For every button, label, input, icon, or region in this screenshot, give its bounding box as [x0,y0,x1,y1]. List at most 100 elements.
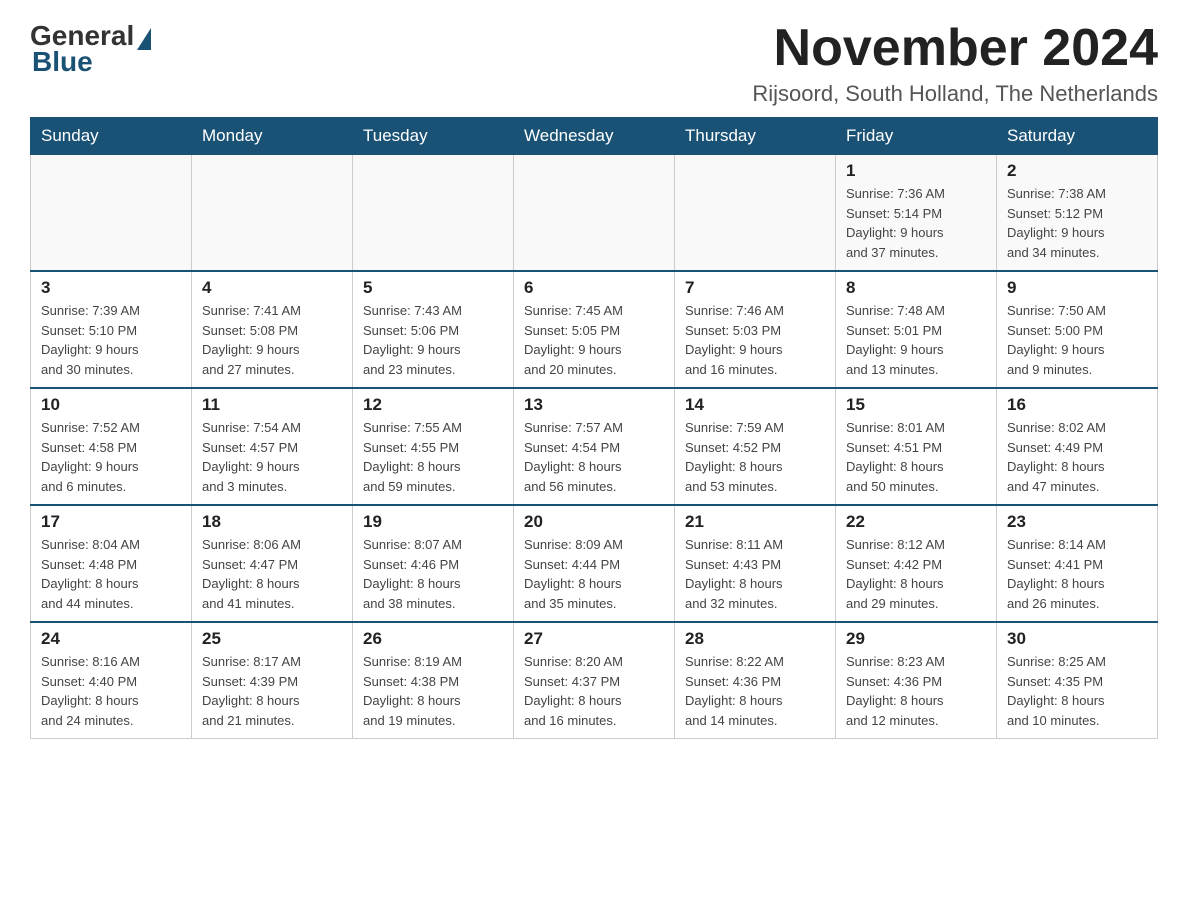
day-number: 8 [846,278,986,298]
day-detail: Sunrise: 7:54 AM Sunset: 4:57 PM Dayligh… [202,418,342,496]
calendar-week-row: 17 Sunrise: 8:04 AM Sunset: 4:48 PM Dayli… [31,505,1158,622]
calendar-cell: 26 Sunrise: 8:19 AM Sunset: 4:38 PM Dayli… [353,622,514,739]
day-number: 23 [1007,512,1147,532]
weekday-header-thursday: Thursday [675,118,836,155]
day-detail: Sunrise: 7:45 AM Sunset: 5:05 PM Dayligh… [524,301,664,379]
weekday-header-row: SundayMondayTuesdayWednesdayThursdayFrid… [31,118,1158,155]
day-number: 21 [685,512,825,532]
day-number: 15 [846,395,986,415]
weekday-header-friday: Friday [836,118,997,155]
weekday-header-tuesday: Tuesday [353,118,514,155]
day-number: 18 [202,512,342,532]
calendar-cell: 6 Sunrise: 7:45 AM Sunset: 5:05 PM Daylig… [514,271,675,388]
calendar-cell: 9 Sunrise: 7:50 AM Sunset: 5:00 PM Daylig… [997,271,1158,388]
calendar-cell: 7 Sunrise: 7:46 AM Sunset: 5:03 PM Daylig… [675,271,836,388]
day-detail: Sunrise: 8:07 AM Sunset: 4:46 PM Dayligh… [363,535,503,613]
day-number: 4 [202,278,342,298]
logo-triangle-icon [137,28,151,50]
day-number: 22 [846,512,986,532]
day-number: 17 [41,512,181,532]
day-number: 16 [1007,395,1147,415]
day-detail: Sunrise: 8:23 AM Sunset: 4:36 PM Dayligh… [846,652,986,730]
logo: General Blue [30,20,151,78]
day-detail: Sunrise: 7:50 AM Sunset: 5:00 PM Dayligh… [1007,301,1147,379]
day-number: 14 [685,395,825,415]
header: General Blue November 2024 Rijsoord, Sou… [30,20,1158,107]
calendar-cell: 20 Sunrise: 8:09 AM Sunset: 4:44 PM Dayli… [514,505,675,622]
weekday-header-wednesday: Wednesday [514,118,675,155]
calendar-cell: 3 Sunrise: 7:39 AM Sunset: 5:10 PM Daylig… [31,271,192,388]
calendar-cell [675,155,836,272]
calendar-week-row: 1Sunrise: 7:36 AM Sunset: 5:14 PM Daylig… [31,155,1158,272]
calendar-cell [31,155,192,272]
day-number: 6 [524,278,664,298]
day-number: 12 [363,395,503,415]
calendar-cell: 10 Sunrise: 7:52 AM Sunset: 4:58 PM Dayli… [31,388,192,505]
day-detail: Sunrise: 7:43 AM Sunset: 5:06 PM Dayligh… [363,301,503,379]
weekday-header-monday: Monday [192,118,353,155]
calendar-cell: 30Sunrise: 8:25 AM Sunset: 4:35 PM Dayli… [997,622,1158,739]
calendar-cell: 18 Sunrise: 8:06 AM Sunset: 4:47 PM Dayli… [192,505,353,622]
day-detail: Sunrise: 8:25 AM Sunset: 4:35 PM Dayligh… [1007,652,1147,730]
calendar-cell: 19 Sunrise: 8:07 AM Sunset: 4:46 PM Dayli… [353,505,514,622]
day-detail: Sunrise: 7:38 AM Sunset: 5:12 PM Dayligh… [1007,184,1147,262]
day-number: 9 [1007,278,1147,298]
day-detail: Sunrise: 8:20 AM Sunset: 4:37 PM Dayligh… [524,652,664,730]
day-detail: Sunrise: 7:39 AM Sunset: 5:10 PM Dayligh… [41,301,181,379]
weekday-header-saturday: Saturday [997,118,1158,155]
day-number: 29 [846,629,986,649]
calendar-cell: 27 Sunrise: 8:20 AM Sunset: 4:37 PM Dayli… [514,622,675,739]
day-detail: Sunrise: 7:52 AM Sunset: 4:58 PM Dayligh… [41,418,181,496]
day-number: 19 [363,512,503,532]
calendar-cell: 25 Sunrise: 8:17 AM Sunset: 4:39 PM Dayli… [192,622,353,739]
day-number: 7 [685,278,825,298]
calendar-cell: 13 Sunrise: 7:57 AM Sunset: 4:54 PM Dayli… [514,388,675,505]
calendar-week-row: 24 Sunrise: 8:16 AM Sunset: 4:40 PM Dayli… [31,622,1158,739]
day-detail: Sunrise: 7:46 AM Sunset: 5:03 PM Dayligh… [685,301,825,379]
day-detail: Sunrise: 8:17 AM Sunset: 4:39 PM Dayligh… [202,652,342,730]
day-number: 25 [202,629,342,649]
calendar-cell: 29 Sunrise: 8:23 AM Sunset: 4:36 PM Dayli… [836,622,997,739]
day-detail: Sunrise: 8:09 AM Sunset: 4:44 PM Dayligh… [524,535,664,613]
day-detail: Sunrise: 8:16 AM Sunset: 4:40 PM Dayligh… [41,652,181,730]
day-detail: Sunrise: 7:48 AM Sunset: 5:01 PM Dayligh… [846,301,986,379]
day-detail: Sunrise: 8:06 AM Sunset: 4:47 PM Dayligh… [202,535,342,613]
calendar-cell: 11 Sunrise: 7:54 AM Sunset: 4:57 PM Dayli… [192,388,353,505]
day-number: 1 [846,161,986,181]
calendar-cell: 24 Sunrise: 8:16 AM Sunset: 4:40 PM Dayli… [31,622,192,739]
day-detail: Sunrise: 7:41 AM Sunset: 5:08 PM Dayligh… [202,301,342,379]
day-detail: Sunrise: 8:14 AM Sunset: 4:41 PM Dayligh… [1007,535,1147,613]
calendar-cell [353,155,514,272]
calendar-cell: 21 Sunrise: 8:11 AM Sunset: 4:43 PM Dayli… [675,505,836,622]
calendar-cell [514,155,675,272]
calendar-cell: 8 Sunrise: 7:48 AM Sunset: 5:01 PM Daylig… [836,271,997,388]
calendar-week-row: 10 Sunrise: 7:52 AM Sunset: 4:58 PM Dayli… [31,388,1158,505]
day-detail: Sunrise: 8:04 AM Sunset: 4:48 PM Dayligh… [41,535,181,613]
calendar-cell: 22Sunrise: 8:12 AM Sunset: 4:42 PM Dayli… [836,505,997,622]
day-detail: Sunrise: 7:55 AM Sunset: 4:55 PM Dayligh… [363,418,503,496]
day-number: 10 [41,395,181,415]
calendar-cell: 4 Sunrise: 7:41 AM Sunset: 5:08 PM Daylig… [192,271,353,388]
calendar-cell: 15Sunrise: 8:01 AM Sunset: 4:51 PM Dayli… [836,388,997,505]
day-detail: Sunrise: 8:02 AM Sunset: 4:49 PM Dayligh… [1007,418,1147,496]
location-subtitle: Rijsoord, South Holland, The Netherlands [752,81,1158,107]
day-detail: Sunrise: 8:19 AM Sunset: 4:38 PM Dayligh… [363,652,503,730]
logo-blue-text: Blue [32,46,93,78]
weekday-header-sunday: Sunday [31,118,192,155]
calendar-cell: 23 Sunrise: 8:14 AM Sunset: 4:41 PM Dayli… [997,505,1158,622]
day-detail: Sunrise: 7:57 AM Sunset: 4:54 PM Dayligh… [524,418,664,496]
day-number: 26 [363,629,503,649]
day-number: 3 [41,278,181,298]
day-number: 13 [524,395,664,415]
day-number: 28 [685,629,825,649]
day-number: 27 [524,629,664,649]
month-year-title: November 2024 [752,20,1158,77]
day-number: 20 [524,512,664,532]
day-detail: Sunrise: 8:22 AM Sunset: 4:36 PM Dayligh… [685,652,825,730]
day-number: 24 [41,629,181,649]
title-area: November 2024 Rijsoord, South Holland, T… [752,20,1158,107]
calendar-week-row: 3 Sunrise: 7:39 AM Sunset: 5:10 PM Daylig… [31,271,1158,388]
day-detail: Sunrise: 8:11 AM Sunset: 4:43 PM Dayligh… [685,535,825,613]
calendar-cell [192,155,353,272]
day-number: 11 [202,395,342,415]
